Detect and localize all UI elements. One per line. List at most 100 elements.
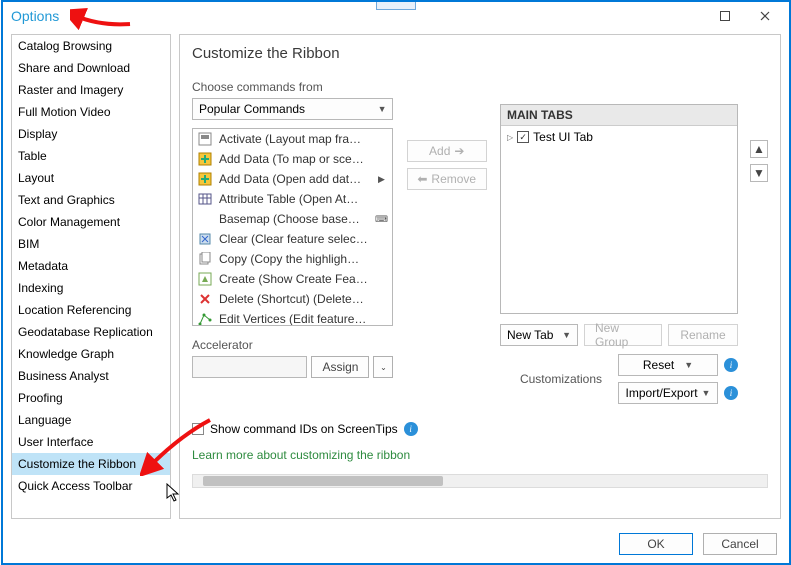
panel-header: Customize the Ribbon <box>192 45 768 62</box>
scrollbar-thumb[interactable] <box>203 476 443 486</box>
sidebar-item[interactable]: Indexing <box>12 277 170 299</box>
command-label: Copy (Copy the highligh… <box>219 252 368 266</box>
assign-button[interactable]: Assign <box>311 356 369 378</box>
sidebar-item[interactable]: Display <box>12 123 170 145</box>
sidebar-item[interactable]: Knowledge Graph <box>12 343 170 365</box>
choose-commands-combo[interactable]: Popular Commands ▼ <box>192 98 393 120</box>
sidebar-item[interactable]: Metadata <box>12 255 170 277</box>
sidebar-item[interactable]: Raster and Imagery <box>12 79 170 101</box>
sidebar-item[interactable]: Business Analyst <box>12 365 170 387</box>
assign-dropdown-button[interactable]: ⌄ <box>373 356 393 378</box>
sidebar-item[interactable]: Geodatabase Replication <box>12 321 170 343</box>
info-icon[interactable]: i <box>724 386 738 400</box>
sidebar-item[interactable]: Quick Access Toolbar <box>12 475 170 497</box>
dialog-footer: OK Cancel <box>619 533 777 555</box>
sidebar-item[interactable]: BIM <box>12 233 170 255</box>
command-label: Add Data (To map or sce… <box>219 152 368 166</box>
command-tail-icon: ▶ <box>374 174 388 185</box>
show-ids-label: Show command IDs on ScreenTips <box>210 422 398 436</box>
sidebar-item[interactable]: Catalog Browsing <box>12 35 170 57</box>
move-up-button[interactable]: ▲ <box>750 140 768 158</box>
command-label: Delete (Shortcut) (Delete… <box>219 292 368 306</box>
ok-button[interactable]: OK <box>619 533 693 555</box>
delete-icon <box>197 291 213 307</box>
sidebar-item[interactable]: Table <box>12 145 170 167</box>
command-label: Clear (Clear feature selec… <box>219 232 368 246</box>
import-export-button[interactable]: Import/Export▼ <box>618 382 718 404</box>
triangle-up-icon: ▲ <box>753 142 765 156</box>
command-label: Add Data (Open add dat… <box>219 172 368 186</box>
add-data-y-icon <box>197 151 213 167</box>
command-item[interactable]: Add Data (To map or sce… <box>193 149 392 169</box>
edit-vert-icon <box>197 311 213 326</box>
sidebar-item[interactable]: Layout <box>12 167 170 189</box>
add-button[interactable]: Add➔ <box>407 140 487 162</box>
new-tab-button[interactable]: New Tab▼ <box>500 324 578 346</box>
copy-icon <box>197 251 213 267</box>
dialog-grip[interactable] <box>376 2 416 10</box>
command-item[interactable]: Clear (Clear feature selec… <box>193 229 392 249</box>
maximize-button[interactable] <box>705 3 745 29</box>
main-panel: Customize the Ribbon Choose commands fro… <box>179 34 781 519</box>
customizations-label: Customizations <box>520 372 602 386</box>
sidebar-item[interactable]: Language <box>12 409 170 431</box>
info-icon[interactable]: i <box>404 422 418 436</box>
arrow-left-icon: ⬅ <box>417 172 427 186</box>
triangle-down-icon: ▼ <box>753 166 765 180</box>
add-data-y-icon <box>197 171 213 187</box>
command-item[interactable]: Copy (Copy the highligh… <box>193 249 392 269</box>
chevron-down-icon: ▼ <box>702 388 711 398</box>
command-item[interactable]: Edit Vertices (Edit feature… <box>193 309 392 326</box>
chevron-down-icon: ⌄ <box>380 363 387 372</box>
sidebar-item[interactable]: Share and Download <box>12 57 170 79</box>
reset-button[interactable]: Reset▼ <box>618 354 718 376</box>
content-area: Catalog BrowsingShare and DownloadRaster… <box>3 30 789 519</box>
sidebar-item[interactable]: Color Management <box>12 211 170 233</box>
info-icon[interactable]: i <box>724 358 738 372</box>
sidebar-item[interactable]: Customize the Ribbon <box>12 453 170 475</box>
chevron-down-icon: ▼ <box>684 360 693 370</box>
sidebar-item[interactable]: Proofing <box>12 387 170 409</box>
layout-icon <box>197 131 213 147</box>
command-item[interactable]: Basemap (Choose base…⌨ <box>193 209 392 229</box>
accelerator-input[interactable] <box>192 356 307 378</box>
tabs-header: MAIN TABS <box>501 105 737 126</box>
chevron-down-icon: ▼ <box>378 104 387 114</box>
command-item[interactable]: Create (Show Create Fea… <box>193 269 392 289</box>
show-ids-checkbox[interactable]: ✓ <box>192 423 204 435</box>
command-item[interactable]: Activate (Layout map fra… <box>193 129 392 149</box>
dialog-title: Options <box>11 8 59 24</box>
command-item[interactable]: Add Data (Open add dat… ▶ <box>193 169 392 189</box>
choose-commands-label: Choose commands from <box>192 80 393 94</box>
cancel-button[interactable]: Cancel <box>703 533 777 555</box>
sidebar-item[interactable]: User Interface <box>12 431 170 453</box>
horizontal-scrollbar[interactable] <box>192 474 768 488</box>
command-label: Create (Show Create Fea… <box>219 272 368 286</box>
commands-listbox[interactable]: Activate (Layout map fra… Add Data (To ma… <box>192 128 393 326</box>
attr-table-icon <box>197 191 213 207</box>
choose-commands-value: Popular Commands <box>199 102 305 116</box>
checkbox-icon[interactable]: ✓ <box>517 131 529 143</box>
command-item[interactable]: Delete (Shortcut) (Delete… <box>193 289 392 309</box>
clear-icon <box>197 231 213 247</box>
accelerator-label: Accelerator <box>192 338 393 352</box>
sidebar-item[interactable]: Full Motion Video <box>12 101 170 123</box>
category-list[interactable]: Catalog BrowsingShare and DownloadRaster… <box>12 35 170 518</box>
command-tail-icon: ⌨ <box>374 214 388 225</box>
remove-button[interactable]: ⬅Remove <box>407 168 487 190</box>
learn-more-link[interactable]: Learn more about customizing the ribbon <box>192 448 768 462</box>
tabs-treeview[interactable]: MAIN TABS ▷ ✓ Test UI Tab <box>500 104 738 314</box>
move-down-button[interactable]: ▼ <box>750 164 768 182</box>
sidebar-item[interactable]: Text and Graphics <box>12 189 170 211</box>
tree-item[interactable]: ▷ ✓ Test UI Tab <box>507 130 731 144</box>
command-label: Edit Vertices (Edit feature… <box>219 312 368 326</box>
expand-icon[interactable]: ▷ <box>507 133 513 142</box>
new-group-button[interactable]: New Group <box>584 324 662 346</box>
command-item[interactable]: Attribute Table (Open At… <box>193 189 392 209</box>
rename-button[interactable]: Rename <box>668 324 738 346</box>
close-button[interactable] <box>745 3 785 29</box>
tree-item-label: Test UI Tab <box>533 130 593 144</box>
command-label: Attribute Table (Open At… <box>219 192 368 206</box>
sidebar-item[interactable]: Location Referencing <box>12 299 170 321</box>
blank-icon <box>197 211 213 227</box>
